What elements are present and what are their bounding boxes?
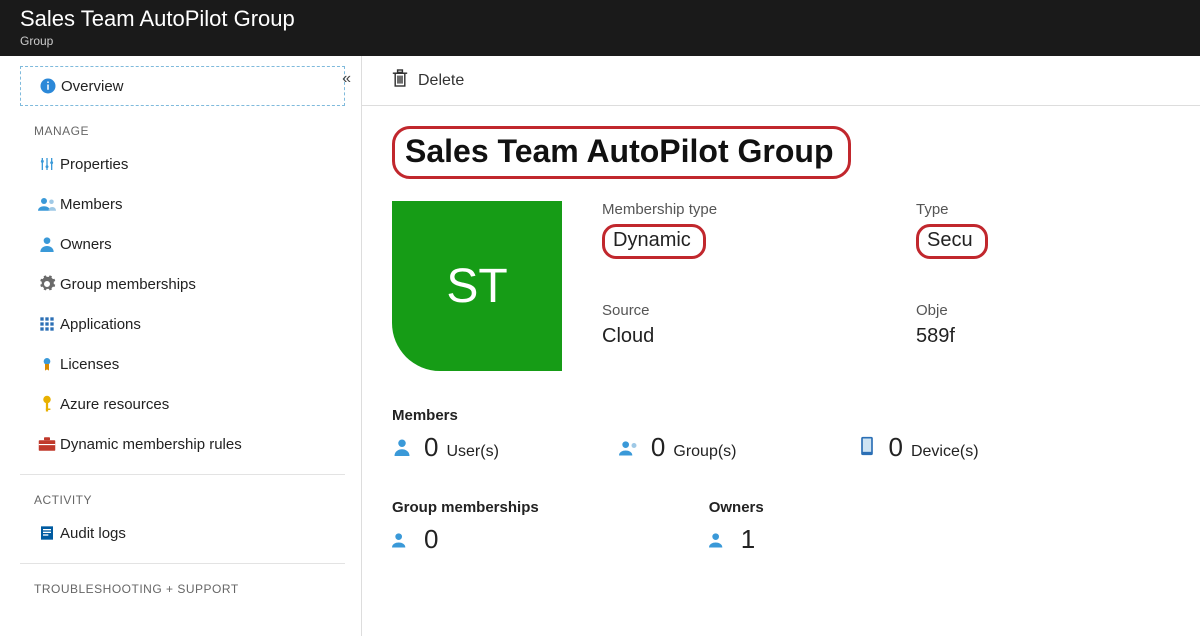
prop-value: Cloud — [602, 325, 886, 348]
log-icon — [34, 525, 60, 541]
header-title: Sales Team AutoPilot Group — [20, 6, 1180, 32]
stat-value: 0 — [424, 524, 438, 555]
sidebar-item-azure-resources[interactable]: Azure resources — [20, 384, 345, 424]
prop-membership-type: Membership type Dynamic — [602, 201, 886, 282]
sidebar: « Overview MANAGE Properties Members Own — [0, 56, 362, 636]
group-initials: ST — [446, 259, 507, 314]
briefcase-icon — [34, 437, 60, 451]
stat-owners[interactable]: 1 — [709, 524, 764, 555]
sidebar-section-activity: ACTIVITY — [34, 493, 345, 507]
stat-groups[interactable]: 0 Group(s) — [619, 432, 737, 463]
people-icon — [619, 438, 639, 458]
prop-value: 589f — [916, 325, 1200, 348]
prop-value: Dynamic — [602, 224, 706, 259]
owners-heading: Owners — [709, 499, 764, 516]
stat-unit: Group(s) — [673, 443, 736, 461]
header-subtitle: Group — [20, 34, 1180, 48]
header-bar: Sales Team AutoPilot Group Group — [0, 0, 1200, 56]
sidebar-section-manage: MANAGE — [34, 124, 345, 138]
stat-users[interactable]: 0 User(s) — [392, 432, 499, 463]
page-title: Sales Team AutoPilot Group — [392, 126, 851, 179]
stat-value: 0 — [889, 432, 903, 463]
grid-icon — [34, 316, 60, 332]
sidebar-item-owners[interactable]: Owners — [20, 224, 345, 264]
stat-devices[interactable]: 0 Device(s) — [857, 432, 979, 463]
trash-icon — [392, 69, 408, 92]
sidebar-item-group-memberships[interactable]: Group memberships — [20, 264, 345, 304]
stat-unit: Device(s) — [911, 443, 979, 461]
sidebar-item-properties[interactable]: Properties — [20, 144, 345, 184]
toolbar: Delete — [362, 56, 1200, 106]
prop-type: Type Secu — [916, 201, 1200, 282]
sidebar-item-label: Azure resources — [60, 396, 169, 413]
members-heading: Members — [392, 407, 1200, 424]
members-stats-row: 0 User(s) 0 Group(s) 0 Device(s) — [392, 432, 1200, 463]
sliders-icon — [34, 156, 60, 172]
stat-value: 0 — [651, 432, 665, 463]
user-icon — [392, 437, 412, 457]
sidebar-item-members[interactable]: Members — [20, 184, 345, 224]
prop-source: Source Cloud — [602, 302, 886, 371]
sidebar-item-label: Dynamic membership rules — [60, 436, 242, 453]
sidebar-item-dynamic-rules[interactable]: Dynamic membership rules — [20, 424, 345, 464]
group-memberships-heading: Group memberships — [392, 499, 539, 516]
sidebar-item-overview[interactable]: Overview — [20, 66, 345, 106]
sidebar-item-audit-logs[interactable]: Audit logs — [20, 513, 345, 553]
sidebar-item-label: Audit logs — [60, 525, 126, 542]
people-icon — [392, 530, 412, 550]
sidebar-item-licenses[interactable]: Licenses — [20, 344, 345, 384]
prop-label: Obje — [916, 302, 1200, 319]
stat-value: 0 — [424, 432, 438, 463]
divider — [20, 474, 345, 475]
sidebar-item-applications[interactable]: Applications — [20, 304, 345, 344]
prop-label: Membership type — [602, 201, 886, 218]
gear-icon — [34, 275, 60, 293]
divider — [20, 563, 345, 564]
group-avatar-tile: ST — [392, 201, 562, 371]
stat-group-memberships[interactable]: 0 — [392, 524, 539, 555]
license-icon — [34, 356, 60, 372]
people-icon — [709, 530, 729, 550]
stat-unit: User(s) — [446, 443, 498, 461]
device-icon — [857, 436, 877, 456]
sidebar-item-label: Applications — [60, 316, 141, 333]
sidebar-section-troubleshoot: TROUBLESHOOTING + SUPPORT — [34, 582, 345, 596]
key-icon — [34, 395, 60, 413]
person-icon — [34, 236, 60, 252]
collapse-sidebar-button[interactable]: « — [342, 70, 351, 88]
sidebar-item-label: Licenses — [60, 356, 119, 373]
sidebar-item-label: Group memberships — [60, 276, 196, 293]
sidebar-item-label: Overview — [61, 78, 124, 95]
delete-label: Delete — [418, 72, 464, 90]
info-icon — [35, 77, 61, 95]
sidebar-item-label: Members — [60, 196, 123, 213]
delete-button[interactable]: Delete — [392, 69, 464, 92]
prop-label: Source — [602, 302, 886, 319]
prop-objectid: Obje 589f — [916, 302, 1200, 371]
prop-label: Type — [916, 201, 1200, 218]
main-panel: Delete Sales Team AutoPilot Group ST Mem… — [362, 56, 1200, 636]
prop-value: Secu — [916, 224, 988, 259]
sidebar-item-label: Properties — [60, 156, 128, 173]
stat-value: 1 — [741, 524, 755, 555]
people-icon — [34, 197, 60, 211]
sidebar-item-label: Owners — [60, 236, 112, 253]
properties-grid: Membership type Dynamic Type Secu Source… — [602, 201, 1200, 371]
